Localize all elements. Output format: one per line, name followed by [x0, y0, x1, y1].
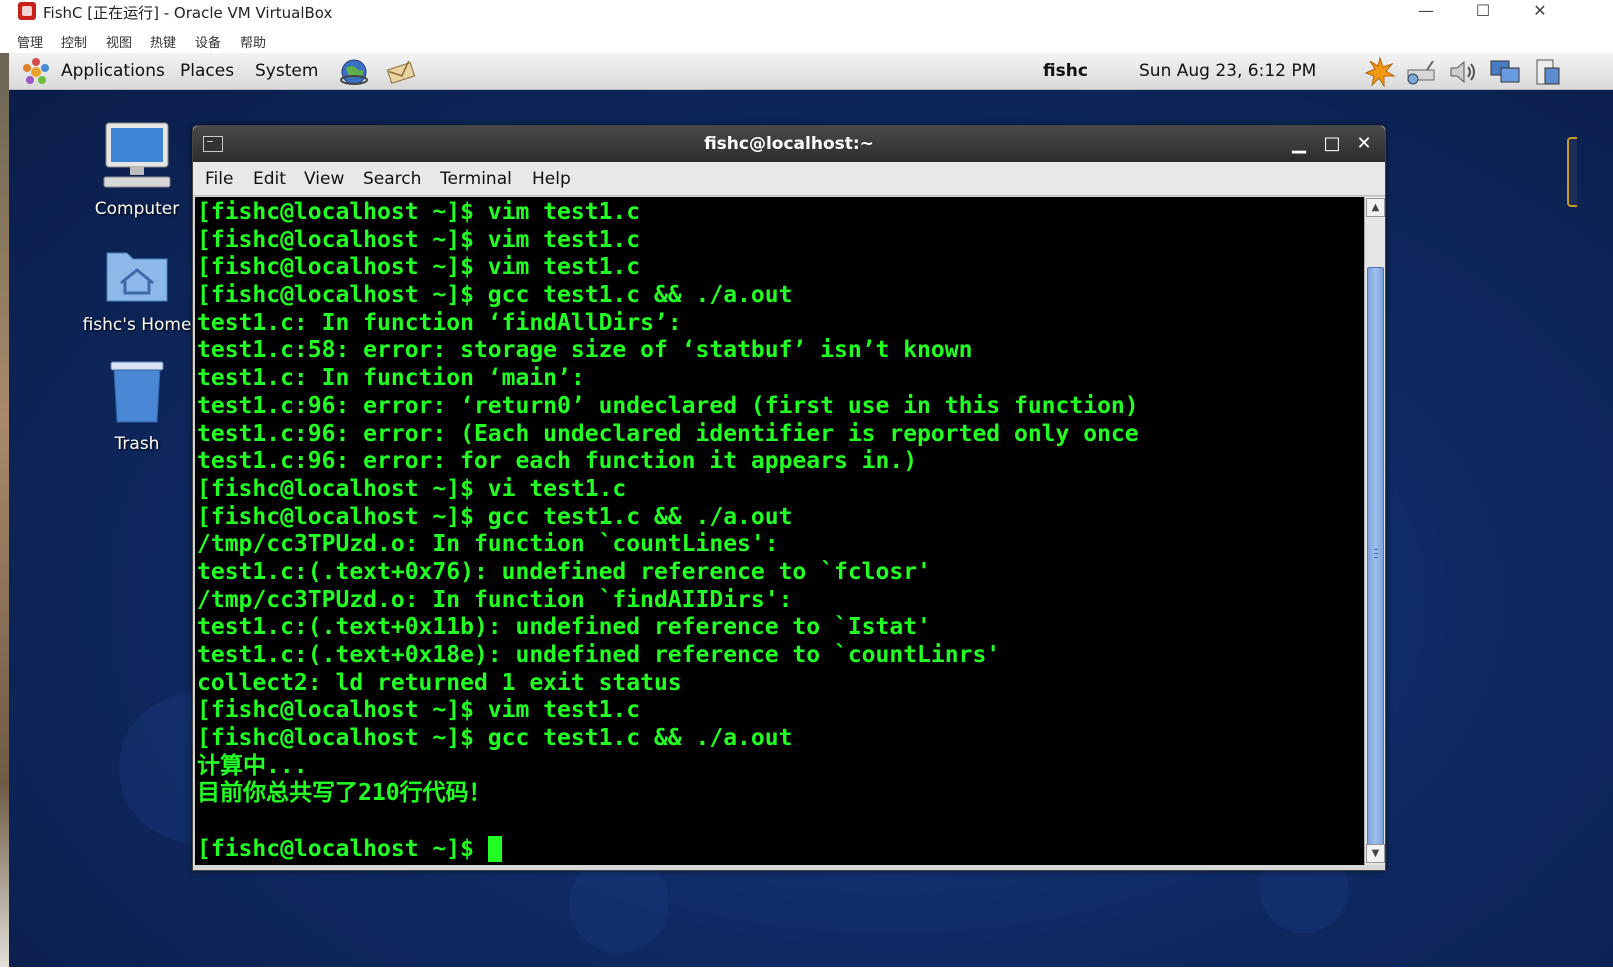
terminal-prompt: [fishc@localhost ~]$	[197, 835, 488, 862]
clock[interactable]: Sun Aug 23, 6:12 PM	[1139, 61, 1316, 81]
desktop-icon-home[interactable]: fishc's Home	[77, 243, 197, 335]
panel-menu-applications[interactable]: Applications	[61, 61, 165, 81]
terminal-window: fishc@localhost:~ ▁ □ ✕ File Edit View S…	[192, 125, 1386, 871]
scroll-up-button[interactable]: ▲	[1366, 198, 1385, 217]
terminal-scrollbar[interactable]: ▲ – – – ▼	[1364, 197, 1385, 865]
terminal-line: test1.c:(.text+0x76): undefined referenc…	[197, 558, 931, 585]
terminal-menu-file[interactable]: File	[205, 169, 233, 189]
minimize-button[interactable]: —	[1403, 0, 1449, 24]
display-icon[interactable]	[1489, 56, 1521, 88]
terminal-output[interactable]: [fishc@localhost ~]$ vim test1.c [fishc@…	[195, 197, 1364, 865]
menu-hotkeys[interactable]: 热键	[150, 32, 176, 51]
terminal-cursor	[487, 836, 502, 863]
terminal-line: collect2: ld returned 1 exit status	[197, 669, 682, 696]
terminal-menu-search[interactable]: Search	[363, 169, 421, 189]
terminal-line: test1.c:58: error: storage size of ‘stat…	[197, 337, 973, 364]
close-button[interactable]: ✕	[1517, 0, 1563, 24]
virtualbox-titlebar: FishC [正在运行] - Oracle VM VirtualBox — ☐ …	[0, 0, 1613, 24]
terminal-line: test1.c:96: error: for each function it …	[197, 448, 918, 475]
desktop-icon-label: fishc's Home	[82, 315, 192, 335]
terminal-line: [fishc@localhost ~]$ vi test1.c	[197, 475, 627, 502]
terminal-line: [fishc@localhost ~]$ vim test1.c	[197, 697, 641, 724]
scrollbar-thumb[interactable]: – – –	[1367, 267, 1384, 845]
terminal-titlebar[interactable]: fishc@localhost:~ ▁ □ ✕	[193, 126, 1385, 162]
network-icon[interactable]	[1405, 56, 1437, 88]
terminal-prompt-line: [fishc@localhost ~]$	[197, 836, 1364, 864]
terminal-menu-view[interactable]: View	[304, 169, 344, 189]
terminal-line: 目前你总共写了210行代码！	[197, 780, 492, 807]
volume-icon[interactable]	[1446, 56, 1478, 88]
terminal-line: [fishc@localhost ~]$ vim test1.c	[197, 254, 641, 281]
terminal-maximize-button[interactable]: □	[1320, 132, 1344, 156]
terminal-title: fishc@localhost:~	[704, 134, 874, 154]
terminal-line: test1.c:96: error: (Each undeclared iden…	[197, 420, 1139, 447]
terminal-menu-help[interactable]: Help	[532, 169, 571, 189]
edge-tab[interactable]	[1567, 137, 1577, 207]
applications-menu-icon[interactable]	[21, 57, 51, 87]
update-notifier-icon[interactable]	[1364, 56, 1396, 88]
web-browser-icon[interactable]	[338, 56, 370, 88]
maximize-button[interactable]: ☐	[1460, 0, 1506, 24]
terminal-line: 计算中...	[197, 752, 308, 779]
user-name[interactable]: fishc	[1043, 61, 1088, 81]
terminal-line: [fishc@localhost ~]$ gcc test1.c && ./a.…	[197, 725, 793, 752]
scroll-down-button[interactable]: ▼	[1366, 844, 1385, 863]
virtualbox-menubar: 管理 控制 视图 热键 设备 帮助	[0, 28, 1613, 52]
window-title: FishC [正在运行] - Oracle VM VirtualBox	[43, 4, 333, 22]
terminal-line: test1.c: In function ‘findAllDirs’:	[197, 309, 682, 336]
terminal-line: [fishc@localhost ~]$ vim test1.c	[197, 199, 641, 225]
terminal-menubar: File Edit View Search Terminal Help	[193, 162, 1385, 196]
terminal-line: [fishc@localhost ~]$ gcc test1.c && ./a.…	[197, 282, 793, 309]
desktop-icon-label: Computer	[94, 199, 180, 219]
terminal-menu-terminal[interactable]: Terminal	[440, 169, 512, 189]
terminal-menu-edit[interactable]: Edit	[253, 169, 286, 189]
menu-control[interactable]: 控制	[61, 32, 87, 51]
desktop-icon-label: Trash	[114, 434, 160, 454]
host-desktop-edge	[0, 53, 9, 967]
clipboard-icon[interactable]	[1531, 56, 1563, 88]
terminal-line: test1.c:96: error: ‘return0’ undeclared …	[197, 392, 1139, 419]
terminal-line: [fishc@localhost ~]$ vim test1.c	[197, 226, 641, 253]
terminal-line: /tmp/cc3TPUzd.o: In function `findAIIDir…	[197, 586, 793, 613]
guest-desktop: Applications Places System fishc Sun Aug…	[9, 53, 1613, 967]
virtualbox-app-icon	[18, 2, 36, 20]
email-client-icon[interactable]	[385, 56, 417, 88]
terminal-line: test1.c: In function ‘main’:	[197, 365, 585, 392]
terminal-minimize-button[interactable]: ▁	[1287, 132, 1311, 156]
terminal-line: [fishc@localhost ~]$ gcc test1.c && ./a.…	[197, 503, 793, 530]
menu-view[interactable]: 视图	[106, 32, 132, 51]
panel-menu-system[interactable]: System	[255, 61, 318, 81]
menu-help[interactable]: 帮助	[240, 32, 266, 51]
terminal-close-button[interactable]: ✕	[1352, 132, 1376, 156]
top-panel: Applications Places System fishc Sun Aug…	[9, 53, 1613, 90]
menu-devices[interactable]: 设备	[195, 32, 221, 51]
terminal-line: test1.c:(.text+0x11b): undefined referen…	[197, 614, 931, 641]
terminal-line: /tmp/cc3TPUzd.o: In function `countLines…	[197, 531, 779, 558]
scrollbar-grip-icon: – – –	[1373, 544, 1379, 563]
computer-icon	[103, 122, 171, 188]
trash-icon	[110, 361, 164, 423]
panel-menu-places[interactable]: Places	[180, 61, 234, 81]
terminal-line: test1.c:(.text+0x18e): undefined referen…	[197, 642, 1001, 668]
menu-manage[interactable]: 管理	[17, 32, 43, 51]
desktop-icon-computer[interactable]: Computer	[77, 121, 197, 219]
desktop-icon-trash[interactable]: Trash	[77, 358, 197, 454]
home-folder-icon	[106, 252, 168, 302]
